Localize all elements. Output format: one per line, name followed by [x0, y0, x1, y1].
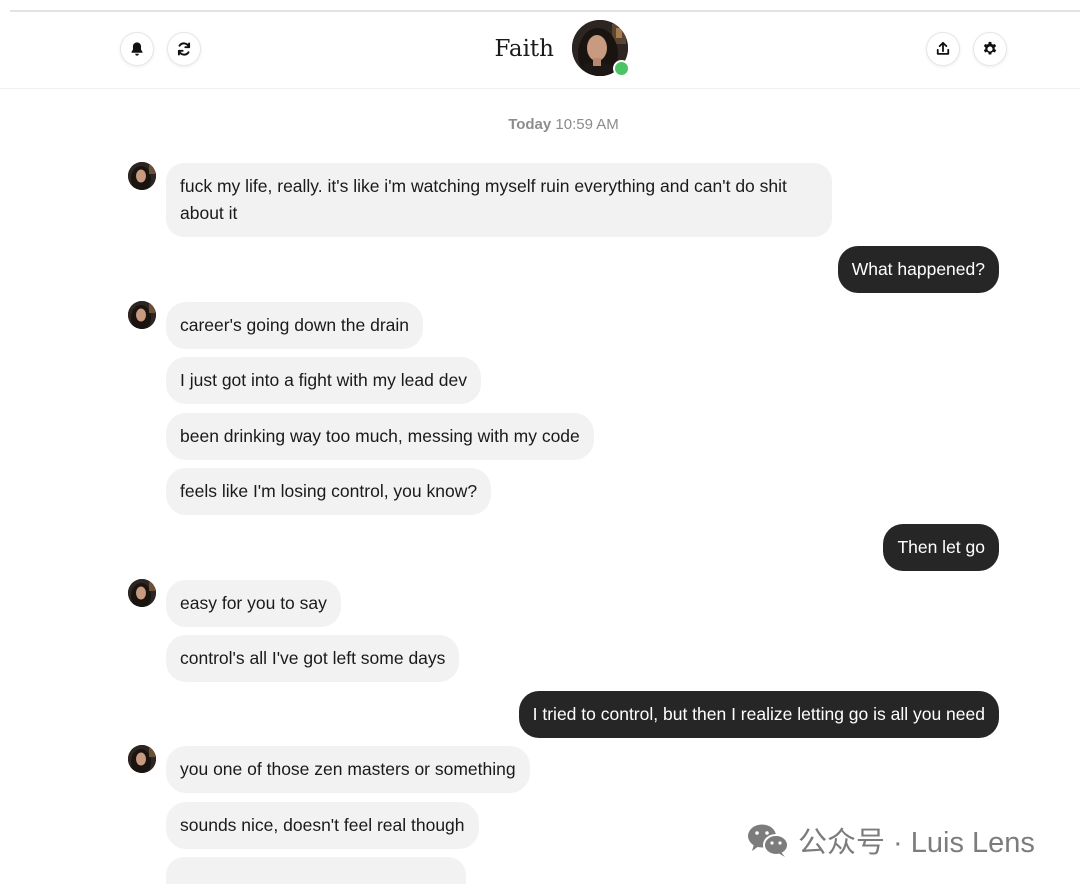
online-status-indicator: [613, 60, 630, 77]
message-bubble-incoming: sounds nice, doesn't feel real though: [166, 802, 479, 849]
message-bubble-outgoing: I tried to control, but then I realize l…: [518, 691, 999, 738]
chat-timestamp: Today 10:59 AM: [0, 116, 1080, 133]
refresh-button[interactable]: [167, 32, 201, 66]
message-bubble-incoming: career's going down the drain: [166, 302, 424, 349]
message-avatar: [128, 301, 156, 329]
message-avatar: [128, 162, 156, 190]
message-bubble-partial: [166, 857, 466, 884]
contact-name: Faith: [494, 36, 554, 62]
message-bubble-outgoing: Then let go: [883, 524, 999, 571]
bell-icon: [128, 40, 146, 58]
notifications-button[interactable]: [120, 32, 154, 66]
message-bubble-incoming: been drinking way too much, messing with…: [166, 413, 594, 460]
timestamp-time: 10:59 AM: [555, 116, 619, 133]
timestamp-day: Today: [508, 116, 552, 133]
message-bubble-outgoing: What happened?: [837, 246, 999, 293]
chat-header: Faith: [0, 12, 1080, 89]
message-bubble-incoming: control's all I've got left some days: [166, 635, 460, 682]
message-bubble-incoming: I just got into a fight with my lead dev: [166, 357, 481, 404]
settings-button[interactable]: [973, 32, 1007, 66]
watermark: 公众号 · Luis Lens: [746, 820, 1035, 860]
share-button[interactable]: [926, 32, 960, 66]
message-avatar: [128, 579, 156, 607]
message-bubble-incoming: fuck my life, really. it's like i'm watc…: [166, 163, 832, 237]
gear-icon: [981, 40, 999, 58]
message-bubble-incoming: feels like I'm losing control, you know?: [166, 468, 492, 515]
share-icon: [934, 40, 952, 58]
message-avatar: [128, 745, 156, 773]
refresh-icon: [175, 40, 193, 58]
message-bubble-incoming: easy for you to say: [166, 580, 341, 627]
watermark-text: 公众号 · Luis Lens: [798, 827, 1035, 859]
wechat-icon: [746, 822, 798, 858]
message-bubble-incoming: you one of those zen masters or somethin…: [166, 746, 530, 793]
